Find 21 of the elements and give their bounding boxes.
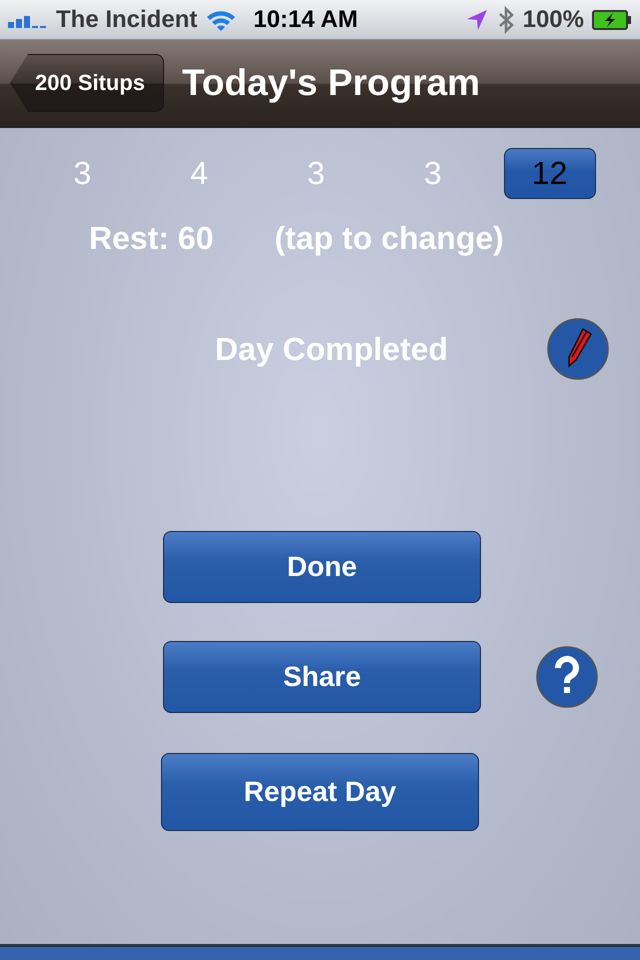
bluetooth-icon: [496, 6, 515, 34]
help-icon[interactable]: [536, 646, 598, 708]
back-button[interactable]: 200 Situps: [10, 54, 164, 112]
pencil-icon[interactable]: [547, 318, 609, 380]
done-button[interactable]: Done: [163, 531, 481, 603]
share-button[interactable]: Share: [163, 641, 481, 713]
rest-label[interactable]: Rest: 60: [89, 220, 214, 257]
set-count[interactable]: 4: [153, 148, 246, 199]
screen-title: Today's Program: [182, 62, 480, 104]
set-count[interactable]: 3: [386, 148, 479, 199]
battery-icon: [592, 10, 632, 30]
tap-hint: (tap to change): [274, 220, 504, 257]
set-count[interactable]: 12: [504, 148, 596, 199]
clock: 10:14 AM: [253, 6, 359, 34]
repeat-day-button[interactable]: Repeat Day: [161, 753, 479, 831]
status-message: Day Completed: [215, 330, 449, 368]
set-count[interactable]: 3: [270, 148, 362, 199]
battery-percent: 100%: [522, 6, 584, 34]
set-count[interactable]: 3: [36, 148, 128, 199]
carrier-name: The Incident: [56, 6, 198, 34]
location-arrow-icon: [464, 8, 489, 32]
